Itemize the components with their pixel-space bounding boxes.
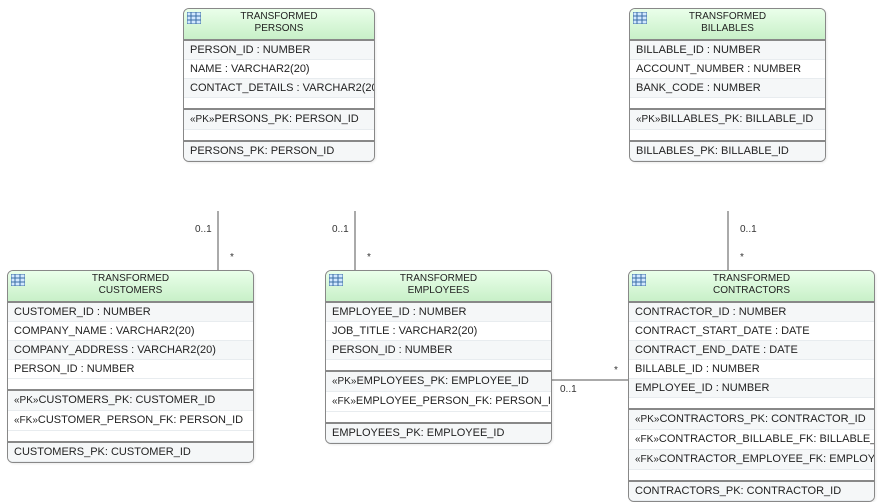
key-row: «FK»EMPLOYEE_PERSON_FK: PERSON_ID bbox=[326, 392, 551, 412]
attr-row: COMPANY_NAME : VARCHAR2(20) bbox=[8, 322, 253, 341]
attributes-section: CUSTOMER_ID : NUMBER COMPANY_NAME : VARC… bbox=[8, 302, 253, 379]
key-row: «PK»EMPLOYEES_PK: EMPLOYEE_ID bbox=[326, 372, 551, 392]
attributes-section: BILLABLE_ID : NUMBER ACCOUNT_NUMBER : NU… bbox=[630, 40, 825, 98]
entity-title: TRANSFORMED PERSONS bbox=[184, 9, 374, 40]
key-row: «PK»PERSONS_PK: PERSON_ID bbox=[184, 110, 374, 130]
keys-section: «PK»CUSTOMERS_PK: CUSTOMER_ID «FK»CUSTOM… bbox=[8, 390, 253, 431]
section-gap bbox=[8, 379, 253, 390]
section-gap bbox=[630, 98, 825, 109]
attributes-section: EMPLOYEE_ID : NUMBER JOB_TITLE : VARCHAR… bbox=[326, 302, 551, 360]
table-icon bbox=[632, 274, 646, 286]
key-row: «PK»CUSTOMERS_PK: CUSTOMER_ID bbox=[8, 391, 253, 411]
entity-stereotype: TRANSFORMED bbox=[634, 11, 821, 23]
attributes-section: CONTRACTOR_ID : NUMBER CONTRACT_START_DA… bbox=[629, 302, 874, 398]
attr-row: CUSTOMER_ID : NUMBER bbox=[8, 303, 253, 322]
index-row: CONTRACTORS_PK: CONTRACTOR_ID bbox=[629, 482, 874, 501]
index-section: PERSONS_PK: PERSON_ID bbox=[184, 141, 374, 161]
section-gap bbox=[630, 130, 825, 141]
index-section: BILLABLES_PK: BILLABLE_ID bbox=[630, 141, 825, 161]
table-icon bbox=[329, 274, 343, 286]
entity-name: CUSTOMERS bbox=[12, 285, 249, 297]
key-row: «FK»CUSTOMER_PERSON_FK: PERSON_ID bbox=[8, 411, 253, 431]
mult-label: * bbox=[740, 252, 744, 263]
attr-row: CONTRACT_END_DATE : DATE bbox=[629, 341, 874, 360]
attr-row: PERSON_ID : NUMBER bbox=[8, 360, 253, 379]
section-gap bbox=[184, 130, 374, 141]
attr-row: CONTRACT_START_DATE : DATE bbox=[629, 322, 874, 341]
entity-title: TRANSFORMED CUSTOMERS bbox=[8, 271, 253, 302]
entity-title: TRANSFORMED BILLABLES bbox=[630, 9, 825, 40]
section-gap bbox=[629, 398, 874, 409]
keys-section: «PK»CONTRACTORS_PK: CONTRACTOR_ID «FK»CO… bbox=[629, 409, 874, 470]
attr-row: EMPLOYEE_ID : NUMBER bbox=[629, 379, 874, 398]
entity-name: CONTRACTORS bbox=[633, 285, 870, 297]
entity-name: BILLABLES bbox=[634, 23, 821, 35]
keys-section: «PK»BILLABLES_PK: BILLABLE_ID bbox=[630, 109, 825, 130]
entity-name: PERSONS bbox=[188, 23, 370, 35]
attr-row: EMPLOYEE_ID : NUMBER bbox=[326, 303, 551, 322]
attributes-section: PERSON_ID : NUMBER NAME : VARCHAR2(20) C… bbox=[184, 40, 374, 98]
mult-label: * bbox=[230, 252, 234, 263]
index-row: CUSTOMERS_PK: CUSTOMER_ID bbox=[8, 443, 253, 462]
index-section: CUSTOMERS_PK: CUSTOMER_ID bbox=[8, 442, 253, 462]
entity-title: TRANSFORMED EMPLOYEES bbox=[326, 271, 551, 302]
attr-row: BANK_CODE : NUMBER bbox=[630, 79, 825, 98]
key-row: «PK»CONTRACTORS_PK: CONTRACTOR_ID bbox=[629, 410, 874, 430]
attr-row: CONTRACTOR_ID : NUMBER bbox=[629, 303, 874, 322]
section-gap bbox=[629, 470, 874, 481]
index-row: PERSONS_PK: PERSON_ID bbox=[184, 142, 374, 161]
table-icon bbox=[11, 274, 25, 286]
attr-row: COMPANY_ADDRESS : VARCHAR2(20) bbox=[8, 341, 253, 360]
table-icon bbox=[187, 12, 201, 24]
section-gap bbox=[184, 98, 374, 109]
mult-label: 0..1 bbox=[195, 224, 212, 235]
attr-row: CONTACT_DETAILS : VARCHAR2(20) bbox=[184, 79, 374, 98]
key-row: «FK»CONTRACTOR_EMPLOYEE_FK: EMPLOYEE_ID bbox=[629, 450, 874, 470]
index-row: EMPLOYEES_PK: EMPLOYEE_ID bbox=[326, 424, 551, 443]
attr-row: JOB_TITLE : VARCHAR2(20) bbox=[326, 322, 551, 341]
keys-section: «PK»PERSONS_PK: PERSON_ID bbox=[184, 109, 374, 130]
entity-contractors: TRANSFORMED CONTRACTORS CONTRACTOR_ID : … bbox=[628, 270, 875, 502]
entity-stereotype: TRANSFORMED bbox=[330, 273, 547, 285]
section-gap bbox=[326, 360, 551, 371]
attr-row: NAME : VARCHAR2(20) bbox=[184, 60, 374, 79]
table-icon bbox=[633, 12, 647, 24]
mult-label: 0..1 bbox=[740, 224, 757, 235]
entity-persons: TRANSFORMED PERSONS PERSON_ID : NUMBER N… bbox=[183, 8, 375, 162]
index-section: CONTRACTORS_PK: CONTRACTOR_ID bbox=[629, 481, 874, 501]
mult-label: * bbox=[367, 252, 371, 263]
entity-title: TRANSFORMED CONTRACTORS bbox=[629, 271, 874, 302]
mult-label: 0..1 bbox=[332, 224, 349, 235]
index-row: BILLABLES_PK: BILLABLE_ID bbox=[630, 142, 825, 161]
attr-row: ACCOUNT_NUMBER : NUMBER bbox=[630, 60, 825, 79]
attr-row: PERSON_ID : NUMBER bbox=[184, 41, 374, 60]
entity-name: EMPLOYEES bbox=[330, 285, 547, 297]
entity-billables: TRANSFORMED BILLABLES BILLABLE_ID : NUMB… bbox=[629, 8, 826, 162]
keys-section: «PK»EMPLOYEES_PK: EMPLOYEE_ID «FK»EMPLOY… bbox=[326, 371, 551, 412]
attr-row: BILLABLE_ID : NUMBER bbox=[630, 41, 825, 60]
entity-stereotype: TRANSFORMED bbox=[633, 273, 870, 285]
entity-stereotype: TRANSFORMED bbox=[12, 273, 249, 285]
mult-label: * bbox=[614, 365, 618, 376]
key-row: «FK»CONTRACTOR_BILLABLE_FK: BILLABLE_ID bbox=[629, 430, 874, 450]
index-section: EMPLOYEES_PK: EMPLOYEE_ID bbox=[326, 423, 551, 443]
mult-label: 0..1 bbox=[560, 384, 577, 395]
entity-stereotype: TRANSFORMED bbox=[188, 11, 370, 23]
attr-row: BILLABLE_ID : NUMBER bbox=[629, 360, 874, 379]
attr-row: PERSON_ID : NUMBER bbox=[326, 341, 551, 360]
entity-customers: TRANSFORMED CUSTOMERS CUSTOMER_ID : NUMB… bbox=[7, 270, 254, 463]
section-gap bbox=[8, 431, 253, 442]
section-gap bbox=[326, 412, 551, 423]
entity-employees: TRANSFORMED EMPLOYEES EMPLOYEE_ID : NUMB… bbox=[325, 270, 552, 444]
key-row: «PK»BILLABLES_PK: BILLABLE_ID bbox=[630, 110, 825, 130]
